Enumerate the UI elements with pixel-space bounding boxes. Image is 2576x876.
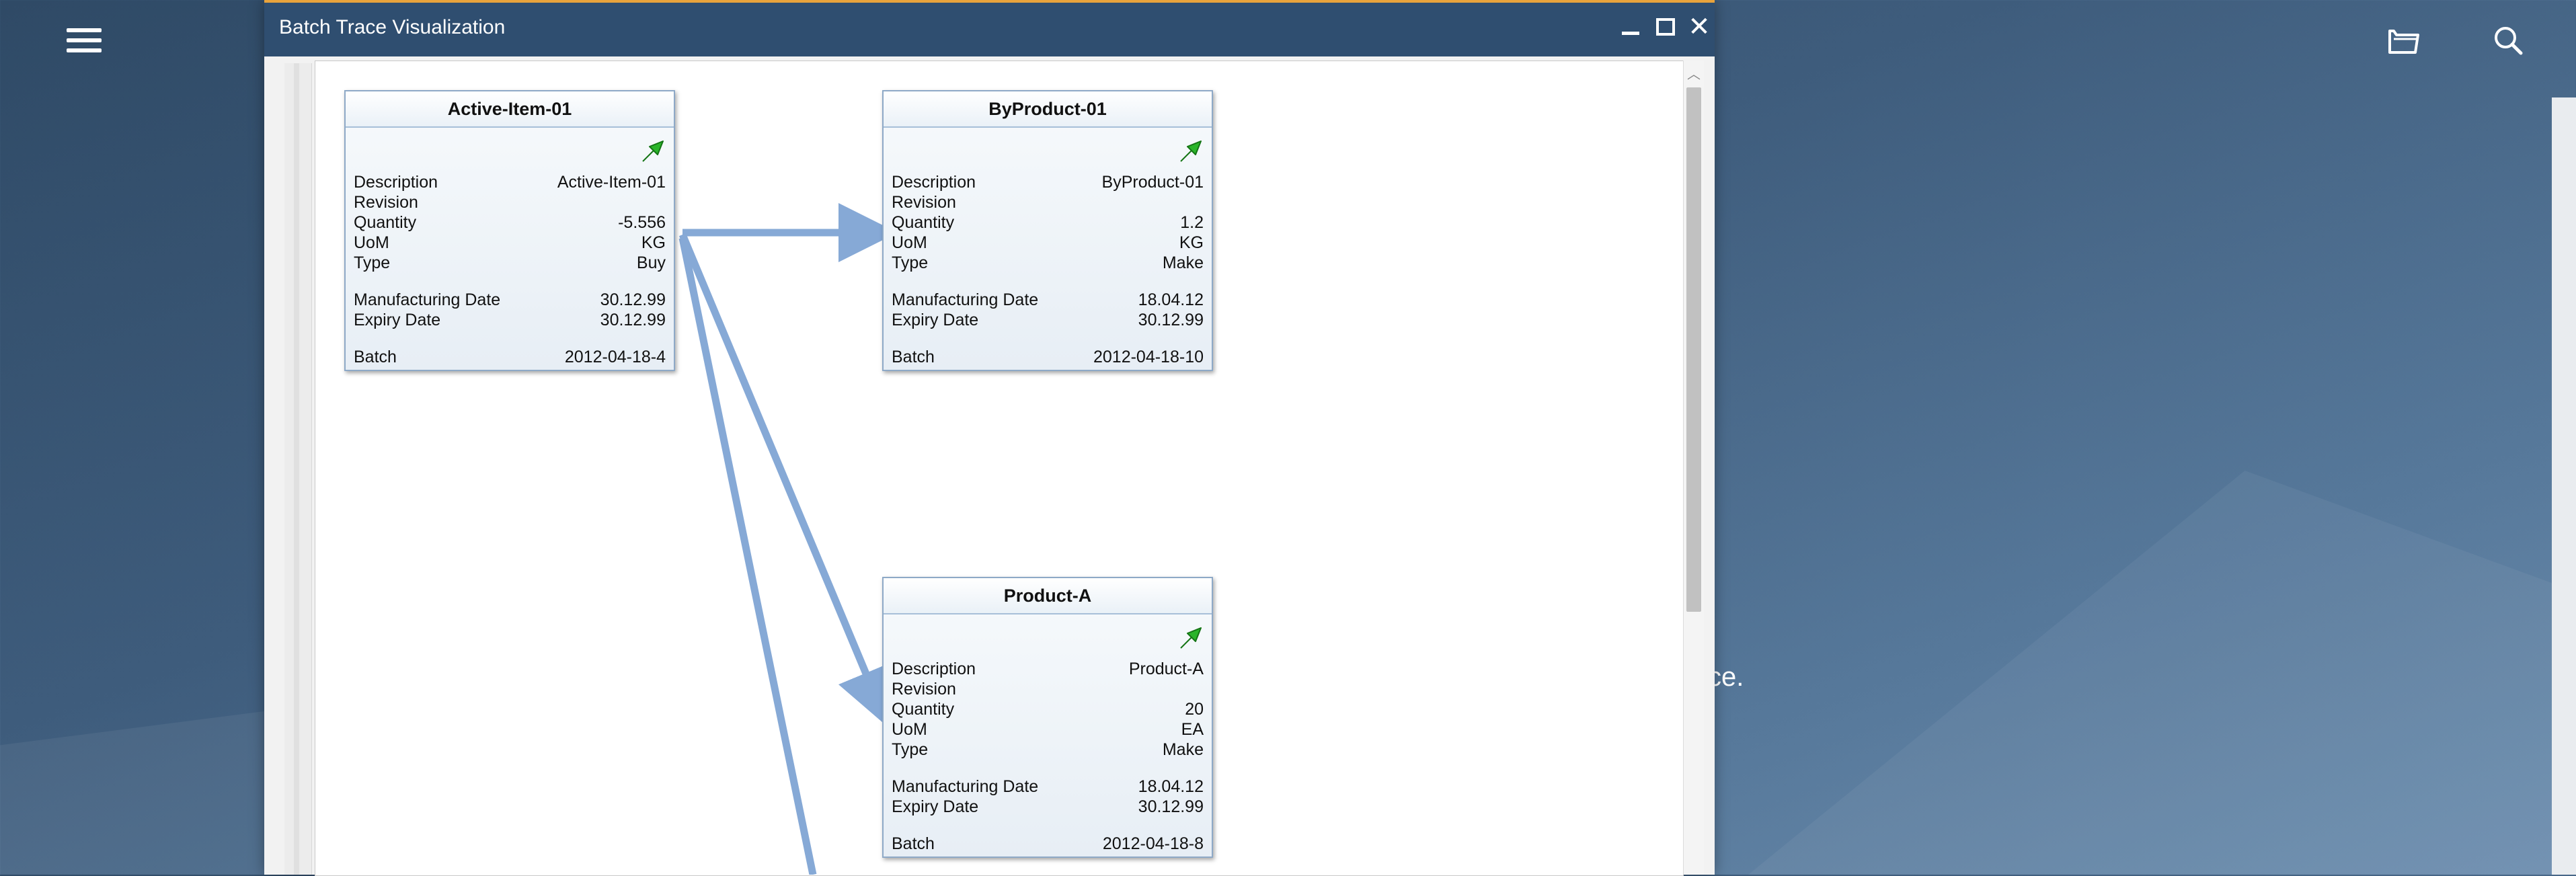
- trace-node-byproduct-01[interactable]: ByProduct-01 Description ByProduct-01 Rev…: [882, 90, 1213, 371]
- trace-node-active-item-01[interactable]: Active-Item-01 Description Active-Item-01…: [344, 90, 675, 371]
- row-expiry-date: Expiry Date 30.12.99: [892, 311, 1204, 329]
- row-mfg-date: Manufacturing Date 30.12.99: [354, 290, 666, 309]
- row-expiry-date: Expiry Date 30.12.99: [892, 797, 1204, 816]
- window-titlebar[interactable]: Batch Trace Visualization ✕: [264, 3, 1715, 56]
- row-uom: UoM KG: [354, 233, 666, 252]
- green-arrow-icon[interactable]: [640, 138, 666, 164]
- node-title: ByProduct-01: [884, 91, 1212, 128]
- scroll-thumb[interactable]: [1686, 87, 1701, 612]
- row-expiry-date: Expiry Date 30.12.99: [354, 311, 666, 329]
- background-shape: [1748, 471, 2576, 875]
- side-panel-edge: [2552, 97, 2576, 875]
- left-gutter: [284, 63, 312, 875]
- row-type: Type Make: [892, 740, 1204, 759]
- node-title: Active-Item-01: [346, 91, 674, 128]
- row-batch: Batch 2012-04-18-8: [892, 834, 1204, 853]
- row-uom: UoM KG: [892, 233, 1204, 252]
- green-arrow-icon[interactable]: [1178, 138, 1204, 164]
- hamburger-menu-icon[interactable]: [64, 20, 104, 61]
- trace-node-product-a[interactable]: Product-A Description Product-A Revision …: [882, 577, 1213, 858]
- row-description: Description Product-A: [892, 660, 1204, 678]
- row-revision: Revision: [892, 680, 956, 699]
- row-description: Description Active-Item-01: [354, 173, 666, 192]
- row-quantity: Quantity -5.556: [354, 213, 666, 232]
- scroll-up-icon[interactable]: ︿: [1684, 61, 1704, 85]
- batch-trace-window: Batch Trace Visualization ✕ ︿ Active-Ite…: [264, 0, 1715, 876]
- window-title: Batch Trace Visualization: [279, 16, 506, 38]
- row-mfg-date: Manufacturing Date 18.04.12: [892, 777, 1204, 796]
- row-quantity: Quantity 1.2: [892, 213, 1204, 232]
- row-type: Type Make: [892, 253, 1204, 272]
- maximize-button[interactable]: [1651, 12, 1680, 42]
- row-description: Description ByProduct-01: [892, 173, 1204, 192]
- row-revision: Revision: [892, 193, 956, 212]
- close-button[interactable]: ✕: [1684, 12, 1714, 42]
- row-revision: Revision: [354, 193, 418, 212]
- minimize-button[interactable]: [1616, 12, 1645, 42]
- window-content: ︿ Active-Item-01 Description Active-Item-…: [264, 56, 1715, 876]
- vertical-scrollbar[interactable]: ︿: [1683, 61, 1704, 875]
- row-type: Type Buy: [354, 253, 666, 272]
- row-uom: UoM EA: [892, 720, 1204, 739]
- row-quantity: Quantity 20: [892, 700, 1204, 719]
- search-icon[interactable]: [2488, 20, 2528, 61]
- row-batch: Batch 2012-04-18-10: [892, 348, 1204, 366]
- green-arrow-icon[interactable]: [1178, 625, 1204, 651]
- row-mfg-date: Manufacturing Date 18.04.12: [892, 290, 1204, 309]
- open-folder-icon[interactable]: [2384, 20, 2424, 61]
- row-batch: Batch 2012-04-18-4: [354, 348, 666, 366]
- node-title: Product-A: [884, 578, 1212, 614]
